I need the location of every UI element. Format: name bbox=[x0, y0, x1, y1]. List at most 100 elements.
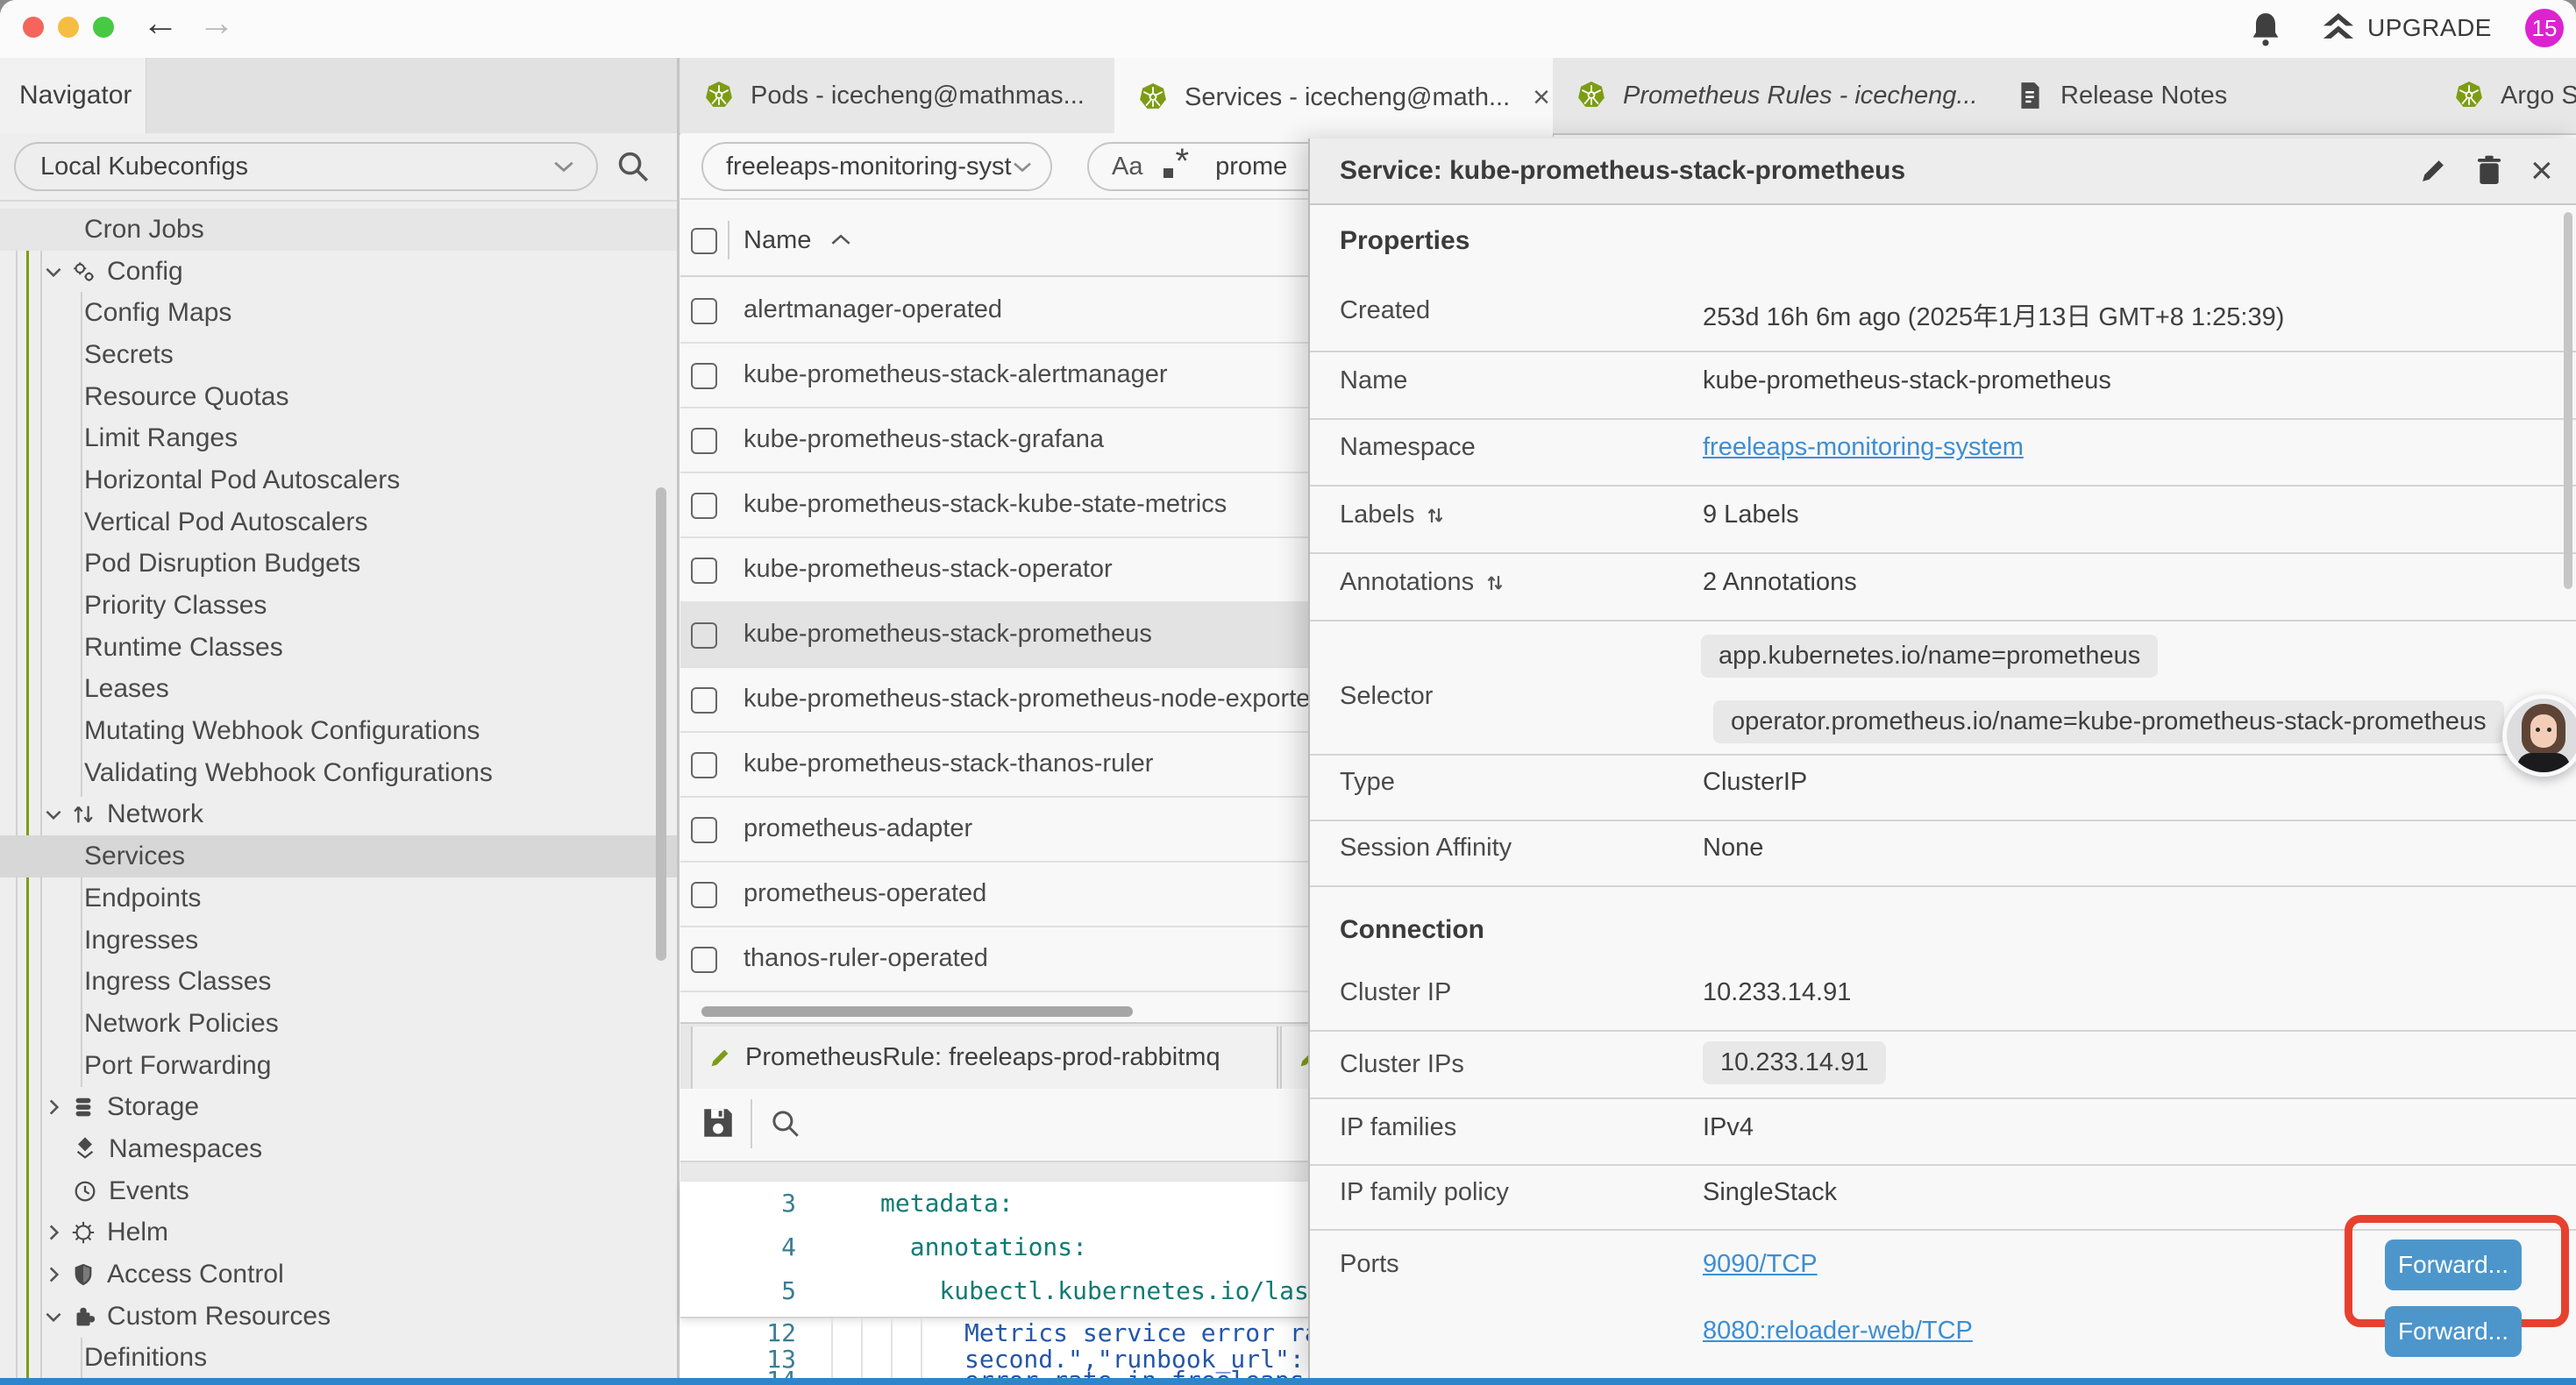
divider bbox=[751, 1099, 752, 1148]
namespace-filter-value: freeleaps-monitoring-system bbox=[726, 153, 1012, 181]
sidebar-item-definitions[interactable]: Definitions bbox=[0, 1338, 677, 1380]
edit-icon[interactable] bbox=[2416, 154, 2450, 188]
line-number: 5 bbox=[680, 1278, 796, 1304]
property-label: IP families bbox=[1340, 1113, 1456, 1142]
search-icon[interactable] bbox=[614, 147, 652, 186]
sidebar-item-endpoints[interactable]: Endpoints bbox=[0, 877, 677, 920]
upgrade-button[interactable]: UPGRADE bbox=[2320, 7, 2492, 49]
sidebar-item-custom-resources[interactable]: Custom Resources bbox=[0, 1296, 677, 1338]
bell-icon[interactable] bbox=[2246, 9, 2285, 49]
trash-icon[interactable] bbox=[2473, 153, 2506, 188]
row-checkbox[interactable] bbox=[691, 947, 717, 973]
selector-chip: operator.prometheus.io/name=kube-prometh… bbox=[1713, 700, 2504, 743]
tab-release-notes[interactable]: Release Notes bbox=[1992, 58, 2431, 133]
tab-prometheus-rules[interactable]: Prometheus Rules - icecheng... bbox=[1553, 58, 1993, 133]
tab-pods[interactable]: Pods - icecheng@mathmas... bbox=[680, 58, 1115, 133]
close-tab-icon[interactable]: × bbox=[1533, 81, 1550, 115]
sidebar-item-config-maps[interactable]: Config Maps bbox=[0, 292, 677, 334]
sidebar-scrollbar[interactable] bbox=[656, 487, 666, 961]
sidebar-item-namespaces[interactable]: Namespaces bbox=[0, 1128, 677, 1170]
expand-sort-icon[interactable] bbox=[1484, 570, 1505, 596]
chevron-down-icon bbox=[42, 260, 65, 283]
row-checkbox[interactable] bbox=[691, 622, 717, 649]
sidebar-item-network[interactable]: Network bbox=[0, 794, 677, 836]
port-link[interactable]: 8080:reloader-web/TCP bbox=[1703, 1317, 1973, 1346]
regex-icon[interactable]: * bbox=[1163, 153, 1189, 181]
horizontal-scrollbar[interactable] bbox=[701, 1006, 1133, 1017]
sidebar-item-limit-ranges[interactable]: Limit Ranges bbox=[0, 417, 677, 459]
kubeconfig-selector[interactable]: Local Kubeconfigs bbox=[14, 142, 598, 191]
minimize-window-button[interactable] bbox=[58, 17, 79, 38]
save-icon[interactable] bbox=[700, 1104, 737, 1141]
sidebar-item-resource-quotas[interactable]: Resource Quotas bbox=[0, 376, 677, 418]
editor-search-icon[interactable] bbox=[768, 1106, 803, 1141]
tab-argo[interactable]: Argo Se bbox=[2430, 58, 2576, 133]
back-arrow-icon[interactable]: ← bbox=[142, 2, 179, 44]
sidebar-item-port-forwarding[interactable]: Port Forwarding bbox=[0, 1045, 677, 1087]
kubeconfig-selector-value: Local Kubeconfigs bbox=[40, 153, 552, 181]
chevron-down-icon bbox=[42, 803, 65, 826]
notification-count-badge[interactable]: 15 bbox=[2525, 9, 2564, 47]
resource-tree: Cron Jobs Config Config Maps Secrets Res… bbox=[0, 209, 677, 1379]
forward-arrow-icon[interactable]: → bbox=[198, 2, 235, 44]
helm-wheel-icon bbox=[70, 1219, 96, 1246]
editor-tab-prometheusrule[interactable]: PrometheusRule: freeleaps-prod-rabbitmq bbox=[691, 1026, 1278, 1089]
sidebar-item-vertical-pod-autoscalers[interactable]: Vertical Pod Autoscalers bbox=[0, 501, 677, 543]
tab-services[interactable]: Services - icecheng@math... × bbox=[1114, 58, 1554, 137]
sidebar-item-storage[interactable]: Storage bbox=[0, 1086, 677, 1128]
sort-ascending-icon[interactable] bbox=[829, 233, 852, 246]
select-all-checkbox[interactable] bbox=[691, 228, 717, 254]
sidebar-item-config[interactable]: Config bbox=[0, 251, 677, 293]
assistant-avatar[interactable] bbox=[2502, 694, 2576, 777]
property-value: 253d 16h 6m ago (2025年1月13日 GMT+8 1:25:3… bbox=[1703, 296, 2284, 333]
row-checkbox[interactable] bbox=[691, 298, 717, 324]
sidebar-item-validating-webhook-configurations[interactable]: Validating Webhook Configurations bbox=[0, 752, 677, 794]
port-link[interactable]: 9090/TCP bbox=[1703, 1250, 1818, 1279]
row-checkbox[interactable] bbox=[691, 882, 717, 908]
sidebar-item-services[interactable]: Services bbox=[0, 835, 677, 877]
property-value[interactable]: 9 Labels bbox=[1703, 501, 1799, 529]
row-checkbox[interactable] bbox=[691, 687, 717, 714]
sidebar-item-runtime-classes[interactable]: Runtime Classes bbox=[0, 627, 677, 669]
row-checkbox[interactable] bbox=[691, 493, 717, 519]
row-checkbox[interactable] bbox=[691, 428, 717, 454]
panel-divider[interactable] bbox=[677, 58, 680, 1378]
close-icon[interactable]: × bbox=[2530, 149, 2553, 193]
property-value: None bbox=[1703, 834, 1763, 863]
sidebar-item-mutating-webhook-configurations[interactable]: Mutating Webhook Configurations bbox=[0, 710, 677, 752]
expand-sort-icon[interactable] bbox=[1425, 502, 1446, 529]
panel-scrollbar[interactable] bbox=[2564, 212, 2572, 589]
sidebar-item-pod-disruption-budgets[interactable]: Pod Disruption Budgets bbox=[0, 543, 677, 586]
forward-port-button[interactable]: Forward... bbox=[2385, 1239, 2522, 1290]
sidebar-item-cron-jobs[interactable]: Cron Jobs bbox=[0, 209, 677, 251]
sidebar-item-horizontal-pod-autoscalers[interactable]: Horizontal Pod Autoscalers bbox=[0, 459, 677, 501]
sidebar-item-ingresses[interactable]: Ingresses bbox=[0, 920, 677, 962]
app-window: ← → UPGRADE 15 Navigator Pods - icecheng… bbox=[0, 0, 2576, 1385]
sidebar-item-access-control[interactable]: Access Control bbox=[0, 1254, 677, 1296]
row-checkbox[interactable] bbox=[691, 558, 717, 584]
namespace-link[interactable]: freeleaps-monitoring-system bbox=[1703, 433, 2024, 462]
kubernetes-icon bbox=[703, 80, 735, 111]
sidebar-item-priority-classes[interactable]: Priority Classes bbox=[0, 585, 677, 627]
sidebar-item-leases[interactable]: Leases bbox=[0, 669, 677, 711]
row-checkbox[interactable] bbox=[691, 817, 717, 843]
namespace-filter-select[interactable]: freeleaps-monitoring-system bbox=[701, 142, 1052, 191]
sidebar-item-helm[interactable]: Helm bbox=[0, 1212, 677, 1254]
row-checkbox[interactable] bbox=[691, 363, 717, 389]
property-label: Created bbox=[1340, 296, 1430, 325]
navigator-panel-tab[interactable]: Navigator bbox=[0, 58, 146, 133]
column-header-name[interactable]: Name bbox=[744, 226, 811, 255]
property-value: 10.233.14.91 bbox=[1703, 978, 1851, 1007]
tab-label: Release Notes bbox=[2060, 82, 2227, 110]
kubernetes-icon bbox=[1137, 82, 1169, 113]
maximize-window-button[interactable] bbox=[93, 17, 114, 38]
sidebar-item-ingress-classes[interactable]: Ingress Classes bbox=[0, 961, 677, 1003]
sidebar-item-events[interactable]: Events bbox=[0, 1170, 677, 1212]
property-value[interactable]: 2 Annotations bbox=[1703, 568, 1857, 597]
close-window-button[interactable] bbox=[23, 17, 44, 38]
sidebar-item-network-policies[interactable]: Network Policies bbox=[0, 1003, 677, 1045]
row-checkbox[interactable] bbox=[691, 752, 717, 778]
match-case-icon[interactable]: Aa bbox=[1112, 153, 1142, 181]
sidebar-item-secrets[interactable]: Secrets bbox=[0, 334, 677, 376]
forward-port-button[interactable]: Forward... bbox=[2385, 1306, 2522, 1357]
